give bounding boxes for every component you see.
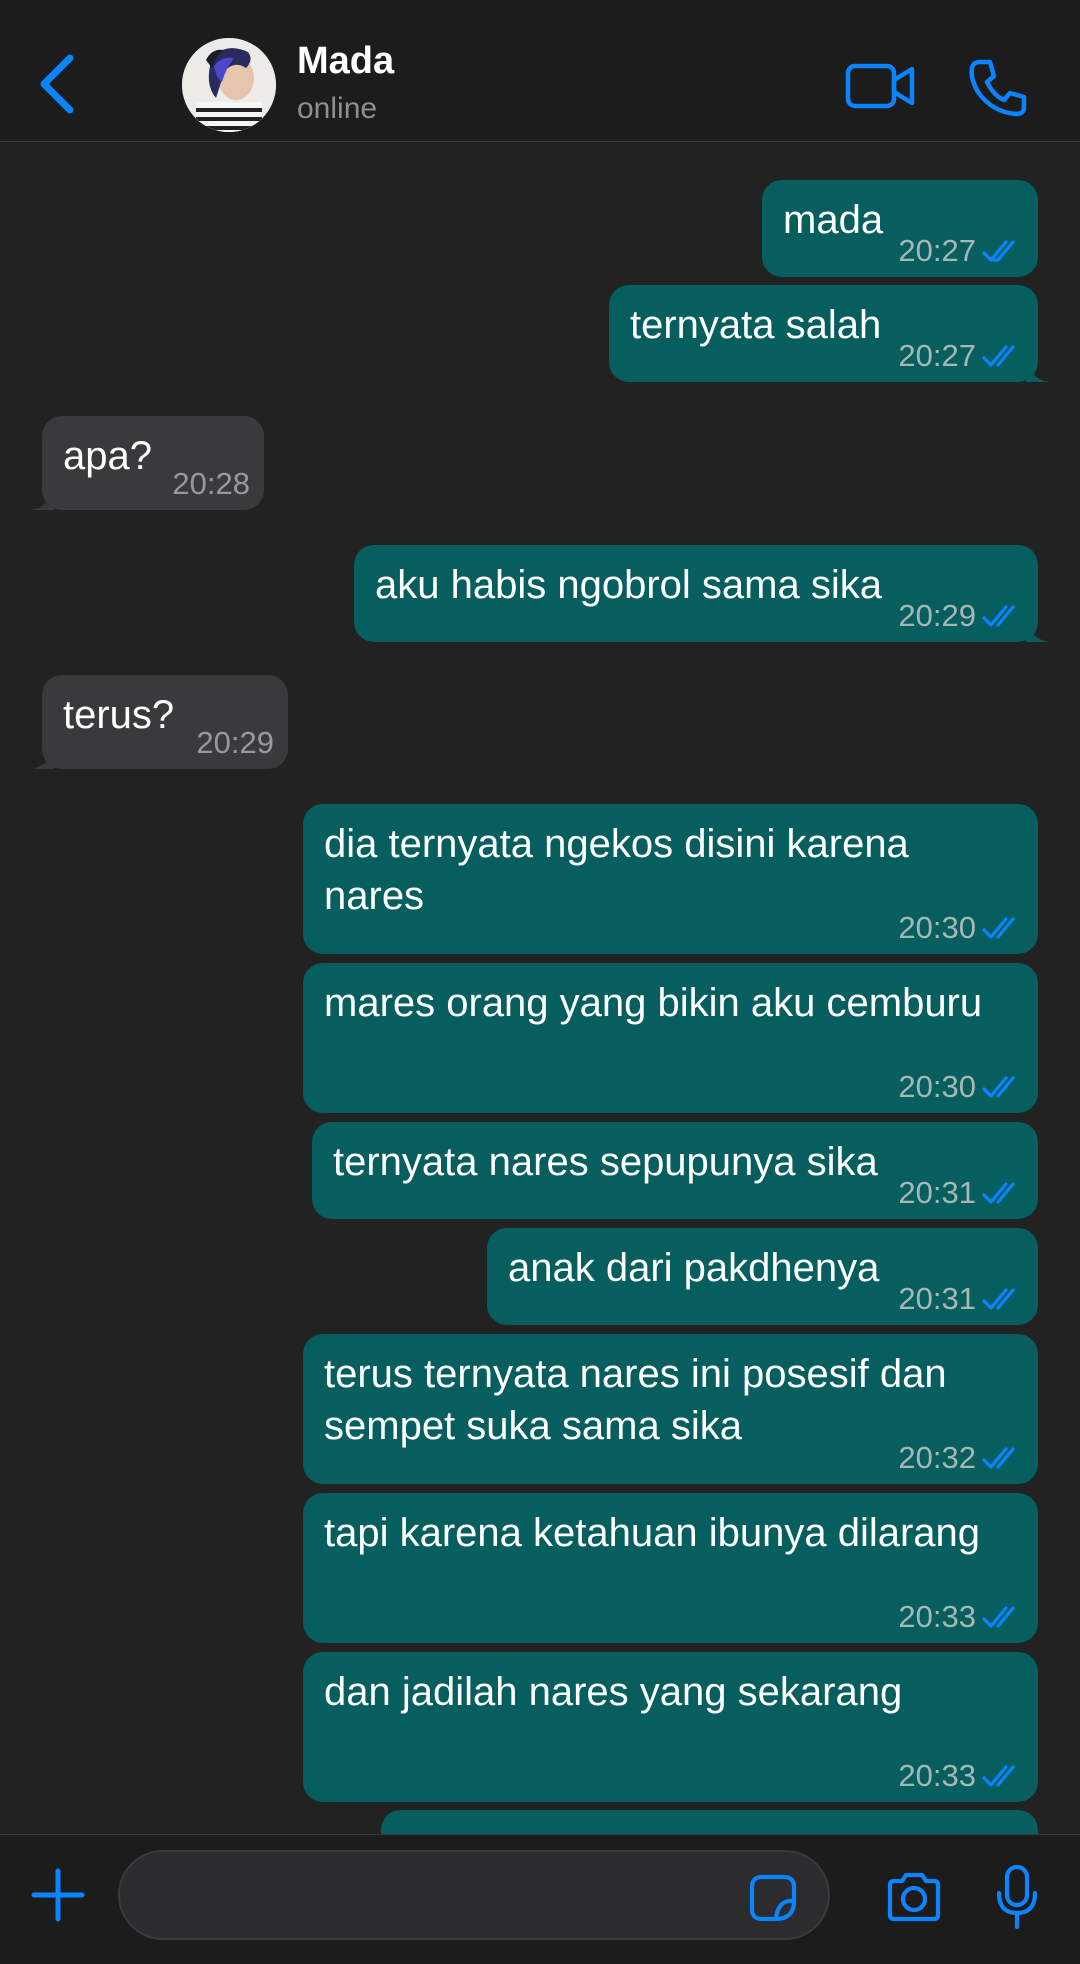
message-time: 20:33 — [898, 1599, 976, 1634]
contact-status: online — [297, 92, 378, 125]
message-time: 20:33 — [898, 1758, 976, 1793]
camera-icon — [887, 1872, 941, 1922]
phone-icon — [969, 59, 1027, 117]
bubble-tail — [32, 488, 54, 510]
microphone-icon — [996, 1864, 1038, 1930]
message-text: terus? — [63, 693, 175, 737]
double-check-icon — [982, 1447, 1015, 1469]
message-bubble[interactable]: tapi karena ketahuan ibunya dilarang 20:… — [303, 1493, 1038, 1643]
back-button[interactable] — [34, 50, 84, 120]
voice-call-button[interactable] — [966, 56, 1030, 120]
bubble-tail — [1026, 360, 1048, 382]
message-time: 20:27 — [898, 338, 976, 373]
message-time: 20:28 — [172, 466, 250, 501]
message-time: 20:29 — [898, 598, 976, 633]
camera-button[interactable] — [884, 1871, 944, 1925]
message-time: 20:32 — [898, 1440, 976, 1475]
message-text: ternyata nares sepupunya sika — [333, 1140, 878, 1184]
message-text-line: dia ternyata ngekos disini karena — [324, 822, 909, 866]
chat-header: Mada online — [0, 0, 1080, 142]
message-bubble[interactable]: anak dari pakdhenya 20:31 — [487, 1228, 1038, 1325]
message-bubble[interactable]: apa? 20:28 — [32, 416, 264, 510]
message-time: 20:31 — [898, 1175, 976, 1210]
message-text: mares orang yang bikin aku cemburu — [324, 981, 983, 1025]
message-text: apa? — [63, 434, 152, 478]
message-bubble[interactable]: terus ternyata nares ini posesif dan sem… — [303, 1334, 1038, 1484]
message-text: tapi karena ketahuan ibunya dilarang — [324, 1511, 981, 1555]
double-check-icon — [982, 1076, 1015, 1098]
message-time: 20:27 — [898, 233, 976, 268]
message-bubble[interactable]: dan jadilah nares yang sekarang 20:33 — [303, 1652, 1038, 1802]
double-check-icon — [982, 1182, 1015, 1204]
double-check-icon — [982, 1288, 1015, 1310]
message-bubble[interactable]: terus? 20:29 — [32, 675, 288, 769]
sticker-button[interactable] — [748, 1873, 798, 1923]
attach-button[interactable] — [30, 1867, 86, 1923]
message-text: ternyata salah — [630, 303, 882, 347]
message-input[interactable] — [118, 1850, 830, 1940]
double-check-icon — [982, 240, 1015, 262]
double-check-icon — [982, 345, 1015, 367]
message-bubble[interactable]: aku habis ngobrol sama sika 20:29 — [354, 545, 1048, 642]
message-text: anak dari pakdhenya — [508, 1246, 880, 1290]
message-text-line: terus ternyata nares ini posesif dan — [324, 1352, 947, 1396]
message-bubble[interactable]: dia ternyata ngekos disini karena nares … — [303, 804, 1038, 954]
bubble-tail — [32, 747, 54, 769]
message-bubble[interactable]: ternyata salah 20:27 — [609, 285, 1048, 382]
message-bubble[interactable]: mada 20:27 — [762, 180, 1038, 277]
plus-icon — [31, 1868, 85, 1922]
message-text: aku habis ngobrol sama sika — [375, 563, 882, 607]
message-text: mada — [783, 198, 884, 242]
contact-name[interactable]: Mada — [297, 40, 394, 83]
message-text-line: nares — [324, 874, 425, 918]
video-call-button[interactable] — [844, 56, 918, 116]
message-bubble[interactable]: ternyata nares sepupunya sika 20:31 — [312, 1122, 1038, 1219]
bubble-tail — [1026, 620, 1048, 642]
message-time: 20:31 — [898, 1281, 976, 1316]
message-time: 20:29 — [196, 725, 274, 760]
chevron-left-icon — [40, 54, 74, 114]
voice-message-button[interactable] — [994, 1863, 1040, 1931]
message-time: 20:30 — [898, 1069, 976, 1104]
double-check-icon — [982, 1606, 1015, 1628]
composer-bar — [0, 1834, 1080, 1964]
message-text-line: sempet suka sama sika — [324, 1404, 742, 1448]
sticker-icon — [749, 1874, 797, 1922]
video-camera-icon — [845, 63, 915, 109]
double-check-icon — [982, 917, 1015, 939]
double-check-icon — [982, 605, 1015, 627]
avatar[interactable] — [182, 38, 276, 132]
message-bubble-partial[interactable] — [381, 1810, 1038, 1834]
message-time: 20:30 — [898, 910, 976, 945]
message-list[interactable]: mada 20:27 ternyata salah 20:27 apa? 20:… — [0, 143, 1080, 1834]
message-bubble[interactable]: mares orang yang bikin aku cemburu 20:30 — [303, 963, 1038, 1113]
double-check-icon — [982, 1765, 1015, 1787]
message-text: dan jadilah nares yang sekarang — [324, 1670, 903, 1714]
